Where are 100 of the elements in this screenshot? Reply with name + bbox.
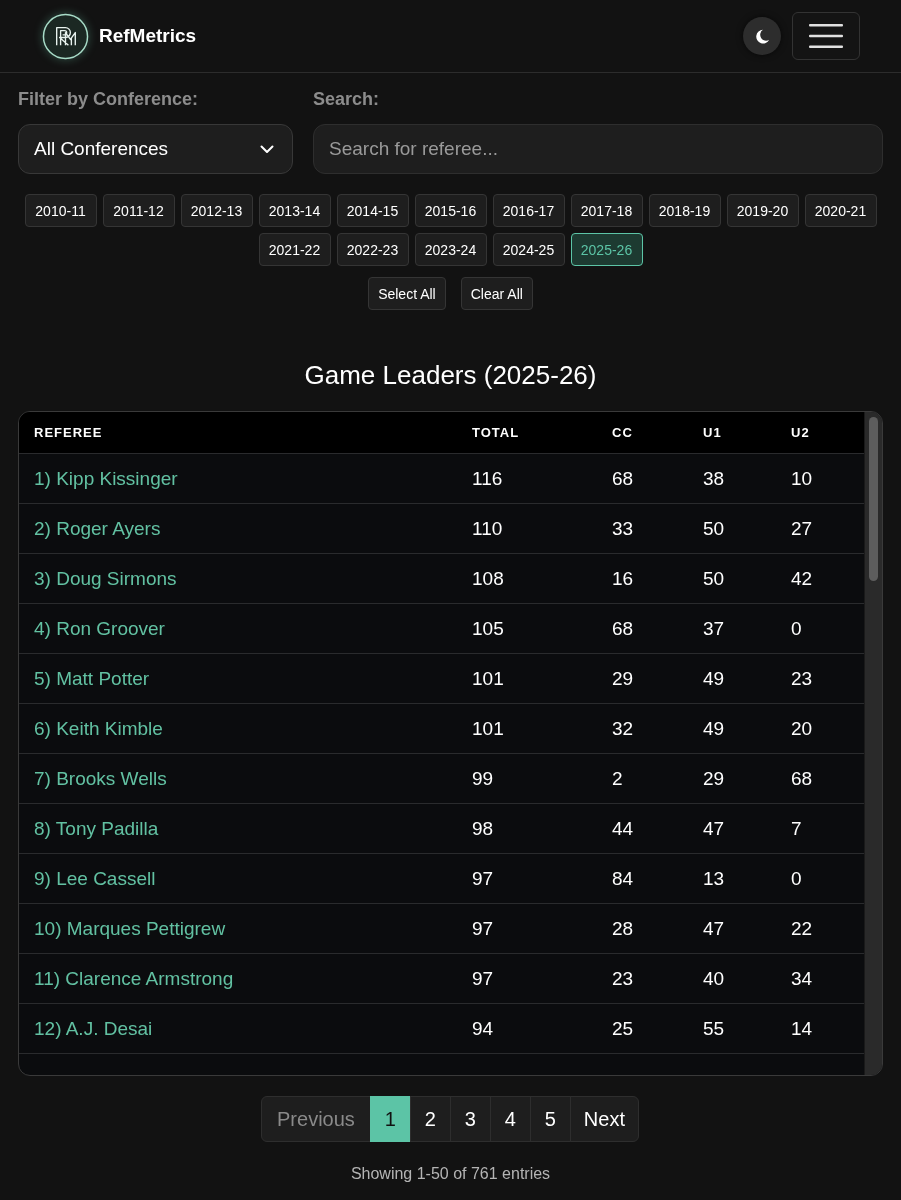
total-value: 110	[472, 517, 503, 540]
u1-value: 50	[703, 517, 725, 540]
column-header[interactable]: TOTAL	[472, 425, 520, 440]
u1-value: 47	[703, 917, 725, 940]
season-toggle[interactable]: 2021-22	[258, 233, 331, 266]
filter-label: Filter by Conference:	[18, 88, 199, 110]
total-value: 97	[472, 917, 494, 940]
page-button[interactable]: 1	[369, 1096, 411, 1142]
page-button[interactable]: 5	[529, 1096, 571, 1142]
u1-value: 49	[703, 667, 725, 690]
total-value: 99	[472, 767, 494, 790]
total-value: 97	[472, 867, 494, 890]
u1-value: 40	[703, 967, 725, 990]
u2-value: 10	[791, 467, 813, 490]
season-toggle[interactable]: 2018-19	[648, 194, 721, 227]
season-toggle[interactable]: 2017-18	[570, 194, 643, 227]
season-toggle[interactable]: 2011-12	[102, 194, 175, 227]
u1-value: 49	[703, 717, 725, 740]
referee-link[interactable]: 8) Tony Padilla	[34, 817, 159, 840]
brand-name[interactable]: RefMetrics	[99, 25, 197, 47]
u1-value: 47	[703, 817, 725, 840]
season-toggle[interactable]: 2014-15	[336, 194, 409, 227]
referee-link[interactable]: 3) Doug Sirmons	[34, 567, 177, 590]
season-toggle[interactable]: 2016-17	[492, 194, 565, 227]
total-value: 105	[472, 617, 504, 640]
referee-link[interactable]: 11) Clarence Armstrong	[34, 967, 234, 990]
cc-value: 25	[612, 1017, 634, 1040]
cc-value: 68	[612, 617, 634, 640]
page-button[interactable]: 2	[409, 1096, 451, 1142]
cc-value: 28	[612, 917, 634, 940]
column-header[interactable]: U2	[791, 425, 810, 440]
season-toggle[interactable]: 2019-20	[726, 194, 799, 227]
cc-value: 84	[612, 867, 634, 890]
season-toggle[interactable]: 2013-14	[258, 194, 331, 227]
referee-link[interactable]: 7) Brooks Wells	[34, 767, 167, 790]
u2-value: 23	[791, 667, 813, 690]
menu-icon	[809, 24, 843, 48]
u1-value: 55	[703, 1017, 725, 1040]
total-value: 98	[472, 817, 494, 840]
cc-value: 29	[612, 667, 634, 690]
cc-value: 33	[612, 517, 634, 540]
referee-link[interactable]: 10) Marques Pettigrew	[34, 917, 226, 940]
column-header[interactable]: REFEREE	[34, 425, 103, 440]
u1-value: 37	[703, 617, 725, 640]
cc-value: 16	[612, 567, 634, 590]
page-button[interactable]: 3	[449, 1096, 491, 1142]
total-value: 108	[472, 567, 504, 590]
column-header[interactable]: CC	[612, 425, 633, 440]
referee-link[interactable]: 2) Roger Ayers	[34, 517, 161, 540]
u2-value: 42	[791, 567, 813, 590]
scrollbar[interactable]	[864, 412, 882, 1075]
clear-all-button[interactable]: Clear All	[460, 277, 533, 310]
u1-value: 13	[703, 867, 725, 890]
u2-value: 7	[791, 817, 802, 840]
season-toggle[interactable]: 2023-24	[414, 233, 487, 266]
select-all-button[interactable]: Select All	[368, 277, 446, 310]
logo-icon[interactable]	[42, 12, 89, 60]
season-toggle[interactable]: 2010-11	[24, 194, 97, 227]
search-field[interactable]: Search for referee...	[313, 124, 883, 174]
u2-value: 20	[791, 717, 813, 740]
u1-value: 29	[703, 767, 725, 790]
total-value: 94	[472, 1017, 494, 1040]
scrollbar-thumb[interactable]	[869, 417, 878, 581]
total-value: 101	[472, 717, 504, 740]
total-value: 97	[472, 967, 494, 990]
u2-value: 22	[791, 917, 813, 940]
cc-value: 2	[612, 767, 623, 790]
u1-value: 50	[703, 567, 725, 590]
theme-toggle-button[interactable]	[743, 17, 781, 55]
page-button[interactable]: 4	[489, 1096, 531, 1142]
chevron-down-icon	[260, 144, 274, 154]
next-button[interactable]: Next	[569, 1096, 639, 1142]
u2-value: 0	[791, 867, 802, 890]
total-value: 116	[472, 467, 503, 490]
referee-link[interactable]: 12) A.J. Desai	[34, 1017, 153, 1040]
u2-value: 0	[791, 617, 802, 640]
u2-value: 68	[791, 767, 813, 790]
season-toggle[interactable]: 2015-16	[414, 194, 487, 227]
season-toggle[interactable]: 2024-25	[492, 233, 565, 266]
referee-link[interactable]: 4) Ron Groover	[34, 617, 165, 640]
season-toggle[interactable]: 2022-23	[336, 233, 409, 266]
u1-value: 38	[703, 467, 725, 490]
conference-dropdown[interactable]: All Conferences	[18, 124, 293, 174]
season-toggle[interactable]: 2012-13	[180, 194, 253, 227]
u2-value: 27	[791, 517, 813, 540]
column-header[interactable]: U1	[703, 425, 722, 440]
season-toggle[interactable]: 2020-21	[804, 194, 877, 227]
referee-link[interactable]: 6) Keith Kimble	[34, 717, 163, 740]
cc-value: 68	[612, 467, 634, 490]
menu-button[interactable]	[792, 12, 860, 60]
total-value: 101	[472, 667, 504, 690]
referee-link[interactable]: 5) Matt Potter	[34, 667, 150, 690]
table-title: Game Leaders (2025-26)	[303, 359, 598, 391]
search-label: Search:	[313, 88, 380, 110]
cc-value: 23	[612, 967, 634, 990]
referee-link[interactable]: 1) Kipp Kissinger	[34, 467, 178, 490]
entries-summary: Showing 1-50 of 761 entries	[349, 1165, 552, 1183]
season-toggle[interactable]: 2025-26	[570, 233, 643, 266]
referee-link[interactable]: 9) Lee Cassell	[34, 867, 156, 890]
cc-value: 32	[612, 717, 634, 740]
